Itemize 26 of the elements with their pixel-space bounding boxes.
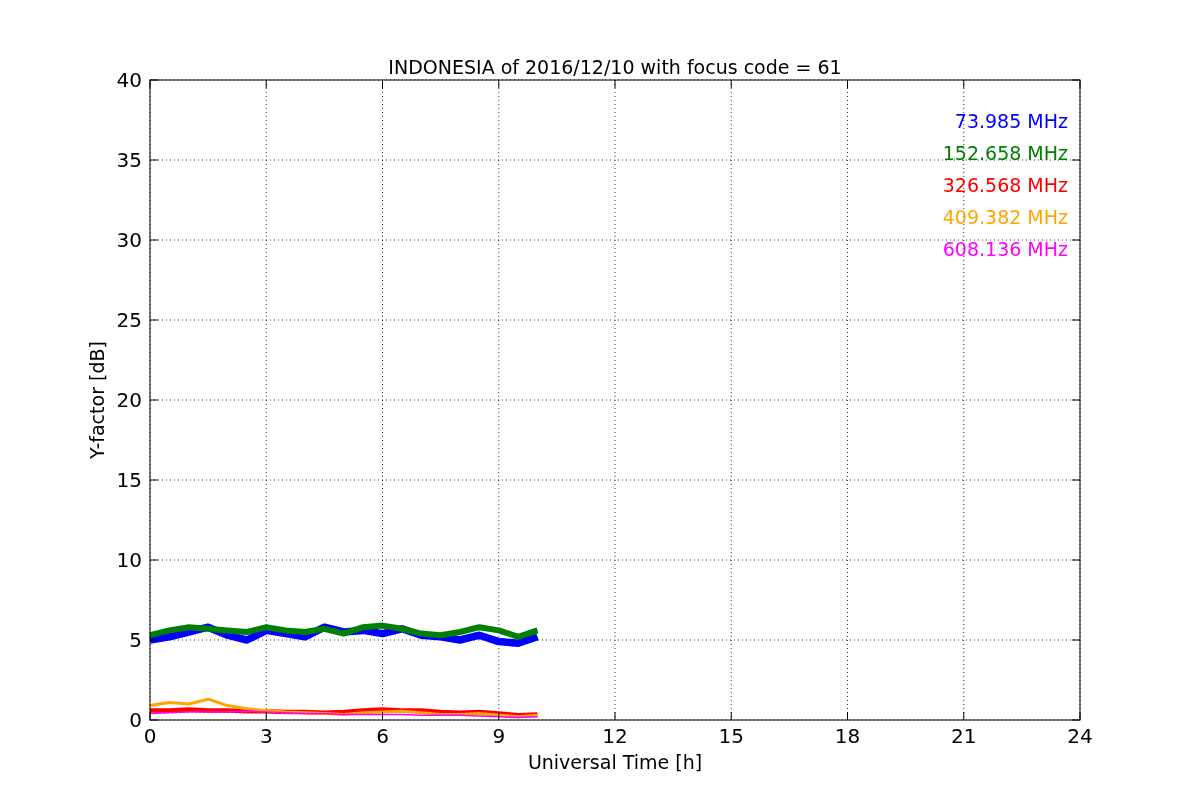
tick-label: 0 bbox=[143, 724, 157, 748]
tick-label: 20 bbox=[116, 388, 142, 412]
tick-label: 25 bbox=[116, 308, 142, 332]
tick-label: 15 bbox=[116, 468, 142, 492]
tick-label: 3 bbox=[259, 724, 273, 748]
tick-label: 40 bbox=[116, 68, 142, 92]
chart-title: INDONESIA of 2016/12/10 with focus code = 61 bbox=[388, 56, 842, 78]
tick-label: 30 bbox=[116, 228, 142, 252]
tick-label: 15 bbox=[718, 724, 744, 748]
legend-entry: 73.985 MHz bbox=[954, 110, 1068, 132]
legend-entry: 409.382 MHz bbox=[942, 206, 1068, 228]
tick-label: 5 bbox=[129, 628, 142, 652]
tick-label: 35 bbox=[116, 148, 142, 172]
tick-label: 6 bbox=[376, 724, 389, 748]
tick-label: 12 bbox=[602, 724, 628, 748]
x-axis-label: Universal Time [h] bbox=[527, 751, 703, 773]
tick-label: 18 bbox=[834, 724, 861, 748]
tick-label: 0 bbox=[129, 708, 142, 732]
tick-label: 21 bbox=[951, 724, 977, 748]
legend-entry: 326.568 MHz bbox=[942, 174, 1068, 196]
tick-label: 9 bbox=[492, 724, 506, 748]
tick-label: 24 bbox=[1067, 724, 1093, 748]
tick-label: 10 bbox=[116, 548, 142, 572]
legend-entry: 152.658 MHz bbox=[942, 142, 1068, 164]
legend-entry: 608.136 MHz bbox=[942, 238, 1068, 260]
y-axis-label: Y-factor [dB] bbox=[86, 341, 108, 459]
